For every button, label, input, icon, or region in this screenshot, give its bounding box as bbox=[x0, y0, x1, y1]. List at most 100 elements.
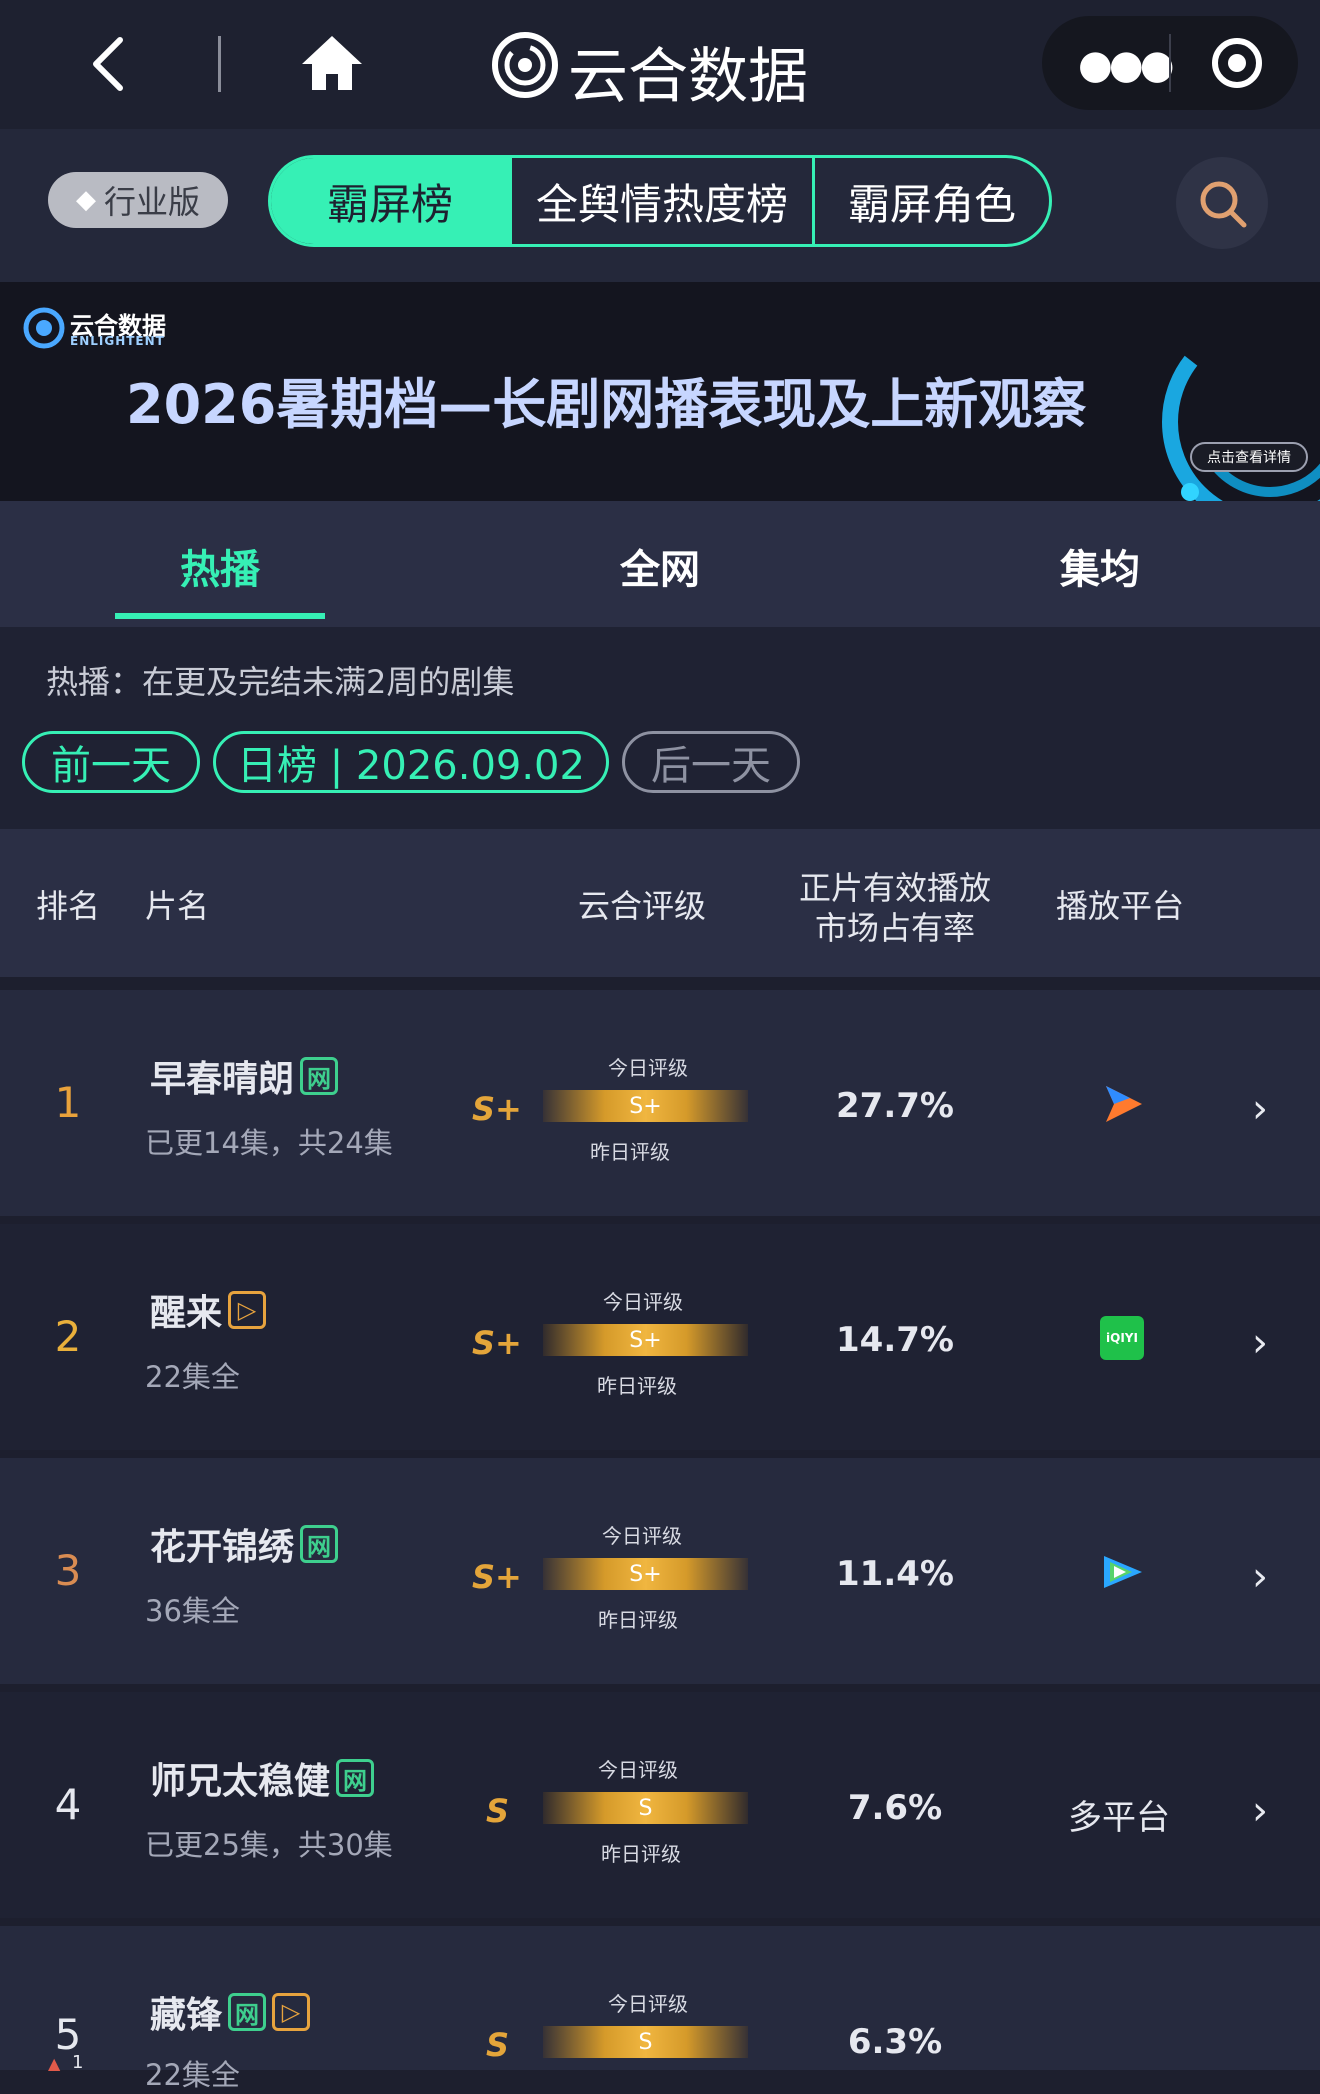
drama-title-text: 藏锋 bbox=[150, 1995, 223, 2036]
market-share: 7.6% bbox=[847, 1788, 943, 1828]
banner-logo-icon bbox=[23, 307, 65, 349]
grade-label: S+ bbox=[472, 1090, 522, 1128]
chevron-right-icon[interactable]: › bbox=[1252, 1788, 1268, 1834]
market-share: 27.7% bbox=[836, 1086, 954, 1126]
web-drama-badge: 网 bbox=[300, 1057, 339, 1095]
drama-title: 师兄太稳健 网 bbox=[150, 1752, 375, 1804]
rank-type-tabs: 霸屏榜 全舆情热度榜 霸屏角色 bbox=[268, 155, 1052, 247]
tab-rebo[interactable]: 热播 bbox=[115, 537, 325, 595]
sub-tabs: 热播 全网 集均 bbox=[0, 501, 1320, 627]
market-share: 14.7% bbox=[836, 1320, 954, 1360]
grade-today-label: 今日评级 bbox=[608, 1056, 688, 1080]
episode-info: 已更14集，共24集 bbox=[145, 1126, 393, 1160]
tab-jijun[interactable]: 集均 bbox=[995, 537, 1205, 595]
grade-bar: S+ bbox=[543, 1558, 748, 1590]
grade-yesterday-label: 昨日评级 bbox=[601, 1842, 681, 1866]
table-row[interactable]: 4 师兄太稳健 网 已更25集，共30集 S 今日评级 S 昨日评级 7.6% … bbox=[0, 1692, 1320, 1918]
exclusive-play-badge: ▷ bbox=[228, 1291, 267, 1329]
episode-info: 已更25集，共30集 bbox=[145, 1828, 393, 1862]
chevron-right-icon[interactable]: › bbox=[1252, 1086, 1268, 1132]
episode-info: 36集全 bbox=[145, 1594, 240, 1628]
banner-detail-button[interactable]: 点击查看详情 bbox=[1190, 442, 1308, 472]
tencent-video-icon bbox=[1106, 1086, 1142, 1122]
grade-bar: S bbox=[543, 1792, 748, 1824]
web-drama-badge: 网 bbox=[300, 1525, 339, 1563]
capsule-menu: ●●● bbox=[1042, 16, 1298, 110]
episode-info: 22集全 bbox=[145, 2058, 240, 2092]
grade-yesterday-label: 昨日评级 bbox=[598, 1608, 678, 1632]
table-row[interactable]: 2 醒来 ▷ 22集全 S+ 今日评级 S+ 昨日评级 14.7% iQIYI … bbox=[0, 1224, 1320, 1450]
search-button[interactable] bbox=[1176, 157, 1268, 249]
back-chevron-icon[interactable] bbox=[88, 36, 128, 92]
banner-headline: 2026暑期档—长剧网播表现及上新观察 bbox=[126, 373, 1087, 436]
rank-number: 4 bbox=[54, 1780, 82, 1829]
search-icon bbox=[1200, 181, 1247, 228]
drama-title: 花开锦绣 网 bbox=[150, 1518, 339, 1570]
market-share: 6.3% bbox=[847, 2022, 943, 2062]
promo-banner[interactable]: 云合数据 ENLIGHTENT 2026暑期档—长剧网播表现及上新观察 点击查看… bbox=[0, 282, 1320, 501]
more-dots-icon[interactable]: ●●● bbox=[1078, 42, 1175, 88]
iqiyi-icon: iQIYI bbox=[1100, 1316, 1144, 1360]
date-section: 热播：在更及完结未满2周的剧集 前一天 日榜 | 2026.09.02 后一天 bbox=[0, 627, 1320, 829]
tab-bapingbang[interactable]: 霸屏榜 bbox=[271, 158, 509, 244]
tencent-video-icon-2 bbox=[1104, 1556, 1142, 1588]
edition-toggle[interactable]: ◆ 行业版 bbox=[48, 172, 228, 228]
nav-bar: ◆ 行业版 霸屏榜 全舆情热度榜 霸屏角色 bbox=[0, 129, 1320, 282]
web-drama-badge: 网 bbox=[336, 1759, 375, 1797]
list-description: 热播：在更及完结未满2周的剧集 bbox=[46, 663, 515, 701]
diamond-icon: ◆ bbox=[75, 185, 96, 215]
grade-today-label: 今日评级 bbox=[598, 1758, 678, 1782]
col-share-line2: 市场占有率 bbox=[814, 909, 975, 947]
home-icon[interactable] bbox=[300, 32, 364, 92]
grade-label: S+ bbox=[472, 1324, 522, 1362]
capsule-divider bbox=[1169, 34, 1171, 92]
top-bar: 云合数据 ●●● bbox=[0, 0, 1320, 129]
tab-quanwang[interactable]: 全网 bbox=[555, 537, 765, 595]
table-header: 排名 片名 云合评级 正片有效播放 市场占有率 播放平台 bbox=[0, 829, 1320, 977]
divider bbox=[218, 36, 221, 92]
drama-title-text: 早春晴朗 bbox=[150, 1059, 295, 1100]
exclusive-play-badge: ▷ bbox=[272, 1993, 311, 2031]
col-grade: 云合评级 bbox=[578, 887, 707, 925]
grade-bar: S bbox=[543, 2026, 748, 2058]
episode-info: 22集全 bbox=[145, 1360, 240, 1394]
target-circle-icon[interactable] bbox=[1210, 36, 1264, 90]
grade-today-label: 今日评级 bbox=[603, 1290, 683, 1314]
grade-bar: S+ bbox=[543, 1324, 748, 1356]
prev-day-button[interactable]: 前一天 bbox=[22, 731, 200, 793]
rank-number: 1 bbox=[54, 1078, 82, 1127]
grade-label: S+ bbox=[472, 1558, 522, 1596]
drama-title-text: 醒来 bbox=[150, 1293, 223, 1334]
chevron-right-icon[interactable]: › bbox=[1252, 1554, 1268, 1600]
drama-title: 醒来 ▷ bbox=[150, 1284, 267, 1336]
edition-label: 行业版 bbox=[103, 183, 200, 221]
rank-number: 2 bbox=[54, 1312, 82, 1361]
next-day-button[interactable]: 后一天 bbox=[622, 731, 800, 793]
rank-up-icon: ▲ bbox=[48, 2054, 61, 2073]
table-row[interactable]: 5 ▲ 1 藏锋 网 ▷ 22集全 S 今日评级 S 6.3% bbox=[0, 1926, 1320, 2092]
col-title: 片名 bbox=[145, 887, 210, 925]
banner-logo-en: ENLIGHTENT bbox=[70, 334, 165, 348]
grade-label: S bbox=[486, 2026, 510, 2064]
grade-bar: S+ bbox=[543, 1090, 748, 1122]
col-rank: 排名 bbox=[36, 887, 101, 925]
tab-quanyuqing-label[interactable]: 全舆情热度榜 bbox=[512, 158, 812, 244]
col-platform: 播放平台 bbox=[1056, 887, 1185, 925]
tab-bapingjuese[interactable]: 霸屏角色 bbox=[815, 158, 1049, 244]
chevron-right-icon[interactable]: › bbox=[1252, 1320, 1268, 1366]
grade-today-label: 今日评级 bbox=[608, 1992, 688, 2016]
table-row[interactable]: 3 花开锦绣 网 36集全 S+ 今日评级 S+ 昨日评级 11.4% › bbox=[0, 1458, 1320, 1684]
app-logo-icon bbox=[492, 32, 558, 98]
drama-title: 早春晴朗 网 bbox=[150, 1050, 339, 1102]
drama-title-text: 师兄太稳健 bbox=[150, 1761, 331, 1802]
date-selector[interactable]: 日榜 | 2026.09.02 bbox=[213, 731, 609, 793]
market-share: 11.4% bbox=[836, 1554, 954, 1594]
active-tab-indicator bbox=[115, 613, 325, 619]
app-title: 云合数据 bbox=[568, 42, 808, 112]
rank-number: 3 bbox=[54, 1546, 82, 1595]
grade-yesterday-label: 昨日评级 bbox=[590, 1140, 670, 1164]
drama-title-text: 花开锦绣 bbox=[150, 1527, 295, 1568]
table-row[interactable]: 1 早春晴朗 网 已更14集，共24集 S+ 今日评级 S+ 昨日评级 27.7… bbox=[0, 990, 1320, 1216]
grade-today-label: 今日评级 bbox=[602, 1524, 682, 1548]
multi-platform-label: 多平台 bbox=[1068, 1798, 1170, 1838]
